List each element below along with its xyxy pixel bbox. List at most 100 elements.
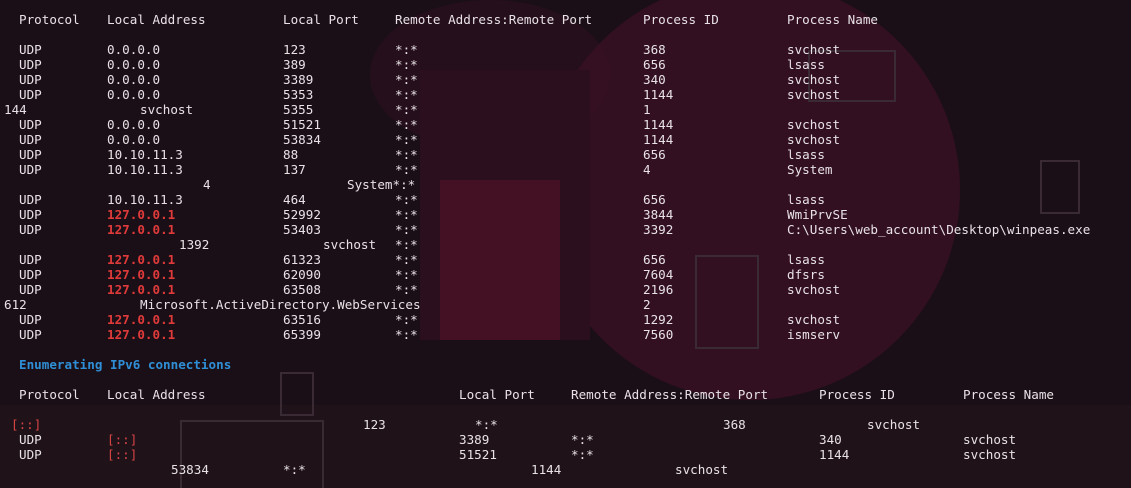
- table-row-local-address: 0.0.0.0: [107, 87, 161, 102]
- table-row-local-address: [::]: [107, 432, 138, 447]
- table-row-pid: 3392: [643, 222, 674, 237]
- table-row-local-address: 0.0.0.0: [107, 72, 161, 87]
- table-row-protocol: UDP: [19, 327, 42, 342]
- table-row-local-port: 389: [283, 57, 306, 72]
- table-row-local-port: 63508: [283, 282, 321, 297]
- table-row-protocol: UDP: [19, 207, 42, 222]
- ipv6-header-process-name: Process Name: [963, 387, 1054, 402]
- ipv6-header-protocol: Protocol: [19, 387, 80, 402]
- table-row-protocol: UDP: [19, 132, 42, 147]
- section-title-ipv6: Enumerating IPv6 connections: [19, 357, 232, 372]
- table-row-cell: *:*: [395, 102, 418, 117]
- ipv6-header-local-address: Local Address: [107, 387, 206, 402]
- table-row-remote: *:*: [395, 72, 418, 87]
- table-row-cell: 1: [643, 102, 651, 117]
- table-row-process-name: lsass: [787, 57, 825, 72]
- table-row-local-address: 0.0.0.0: [107, 132, 161, 147]
- table-row-remote: *:*: [395, 267, 418, 282]
- table-row-process-name: ismserv: [787, 327, 841, 342]
- table-row-local-address: 127.0.0.1: [107, 252, 176, 267]
- table-row-local-address: 127.0.0.1: [107, 312, 176, 327]
- table-row-remote: *:*: [395, 192, 418, 207]
- table-row-cell: Microsoft.ActiveDirectory.WebServices: [140, 297, 421, 312]
- table-row-cell: System*:*: [347, 177, 416, 192]
- table-row-local-port: 123: [283, 42, 306, 57]
- table-row-pid: 656: [643, 147, 666, 162]
- table-row-pid: 1144: [819, 447, 850, 462]
- ipv6-header-pid: Process ID: [819, 387, 895, 402]
- table-row-pid: 656: [643, 252, 666, 267]
- ipv4-header-remote: Remote Address:Remote Port: [395, 12, 593, 27]
- table-row-protocol: UDP: [19, 282, 42, 297]
- terminal-output: Protocol Local Address Local Port Remote Ad…: [0, 0, 1131, 488]
- table-row-local-port: 51521: [283, 117, 321, 132]
- table-row-process-name: lsass: [787, 252, 825, 267]
- ipv4-header-protocol: Protocol: [19, 12, 80, 27]
- table-row-cell: 1144: [531, 462, 562, 477]
- table-row-process-name: svchost: [787, 87, 841, 102]
- table-row-protocol: UDP: [19, 252, 42, 267]
- table-row-process-name: C:\Users\web_account\Desktop\winpeas.exe: [787, 222, 1091, 237]
- table-row-process-name: svchost: [787, 42, 841, 57]
- table-row-pid: 7604: [643, 267, 674, 282]
- table-row-protocol: UDP: [19, 117, 42, 132]
- table-row-remote: *:*: [395, 57, 418, 72]
- table-row-local-address: 0.0.0.0: [107, 42, 161, 57]
- table-row-cell: *:*: [475, 417, 498, 432]
- table-row-local-port: 62090: [283, 267, 321, 282]
- ipv6-header-remote: Remote Address:Remote Port: [571, 387, 769, 402]
- table-row-protocol: UDP: [19, 42, 42, 57]
- ipv4-header-local-address: Local Address: [107, 12, 206, 27]
- table-row-local-address: 10.10.11.3: [107, 192, 183, 207]
- table-row-protocol: UDP: [19, 72, 42, 87]
- table-row-protocol: UDP: [19, 432, 42, 447]
- table-row-cell: *:*: [283, 462, 306, 477]
- table-row-local-address: 127.0.0.1: [107, 267, 176, 282]
- table-row-cell: 1392: [179, 237, 210, 252]
- table-row-pid: 340: [643, 72, 666, 87]
- table-row-protocol: UDP: [19, 312, 42, 327]
- table-row-remote: *:*: [395, 117, 418, 132]
- table-row-process-name: svchost: [787, 117, 841, 132]
- table-row-protocol: UDP: [19, 57, 42, 72]
- table-row-pid: 1144: [643, 87, 674, 102]
- table-row-local-port: 3389: [459, 432, 490, 447]
- table-row-remote: *:*: [395, 207, 418, 222]
- table-row-local-address: 0.0.0.0: [107, 57, 161, 72]
- table-row-protocol: UDP: [19, 192, 42, 207]
- table-row-local-port: 3389: [283, 72, 314, 87]
- table-row-process-name: lsass: [787, 192, 825, 207]
- table-row-remote: *:*: [395, 42, 418, 57]
- table-row-local-port: 53403: [283, 222, 321, 237]
- table-row-local-address: 127.0.0.1: [107, 207, 176, 222]
- table-row-process-name: svchost: [787, 312, 841, 327]
- table-row-local-port: 51521: [459, 447, 497, 462]
- table-row-remote: *:*: [395, 162, 418, 177]
- table-row-cell: 53834: [171, 462, 209, 477]
- table-row-process-name: System: [787, 162, 833, 177]
- table-row-process-name: svchost: [963, 432, 1017, 447]
- table-row-local-address: 127.0.0.1: [107, 222, 176, 237]
- table-row-protocol: UDP: [19, 87, 42, 102]
- table-row-pid: 7560: [643, 327, 674, 342]
- table-row-cell: *:*: [395, 237, 418, 252]
- table-row-remote: *:*: [395, 87, 418, 102]
- table-row-remote: *:*: [571, 447, 594, 462]
- table-row-local-port: 53834: [283, 132, 321, 147]
- table-row-pid: 3844: [643, 207, 674, 222]
- table-row-pid: 4: [643, 162, 651, 177]
- table-row-protocol: UDP: [19, 147, 42, 162]
- table-row-cell: 123: [363, 417, 386, 432]
- table-row-cell: 5355: [283, 102, 314, 117]
- table-row-process-name: dfsrs: [787, 267, 825, 282]
- table-row-local-address: 10.10.11.3: [107, 147, 183, 162]
- table-row-process-name: svchost: [787, 72, 841, 87]
- ipv6-header-local-port: Local Port: [459, 387, 535, 402]
- table-row-process-name: WmiPrvSE: [787, 207, 848, 222]
- table-row-local-port: 52992: [283, 207, 321, 222]
- ipv4-header-process-name: Process Name: [787, 12, 878, 27]
- table-row-remote: *:*: [395, 222, 418, 237]
- table-row-protocol: UDP: [19, 447, 42, 462]
- table-row-pid: 368: [643, 42, 666, 57]
- table-row-remote: *:*: [571, 432, 594, 447]
